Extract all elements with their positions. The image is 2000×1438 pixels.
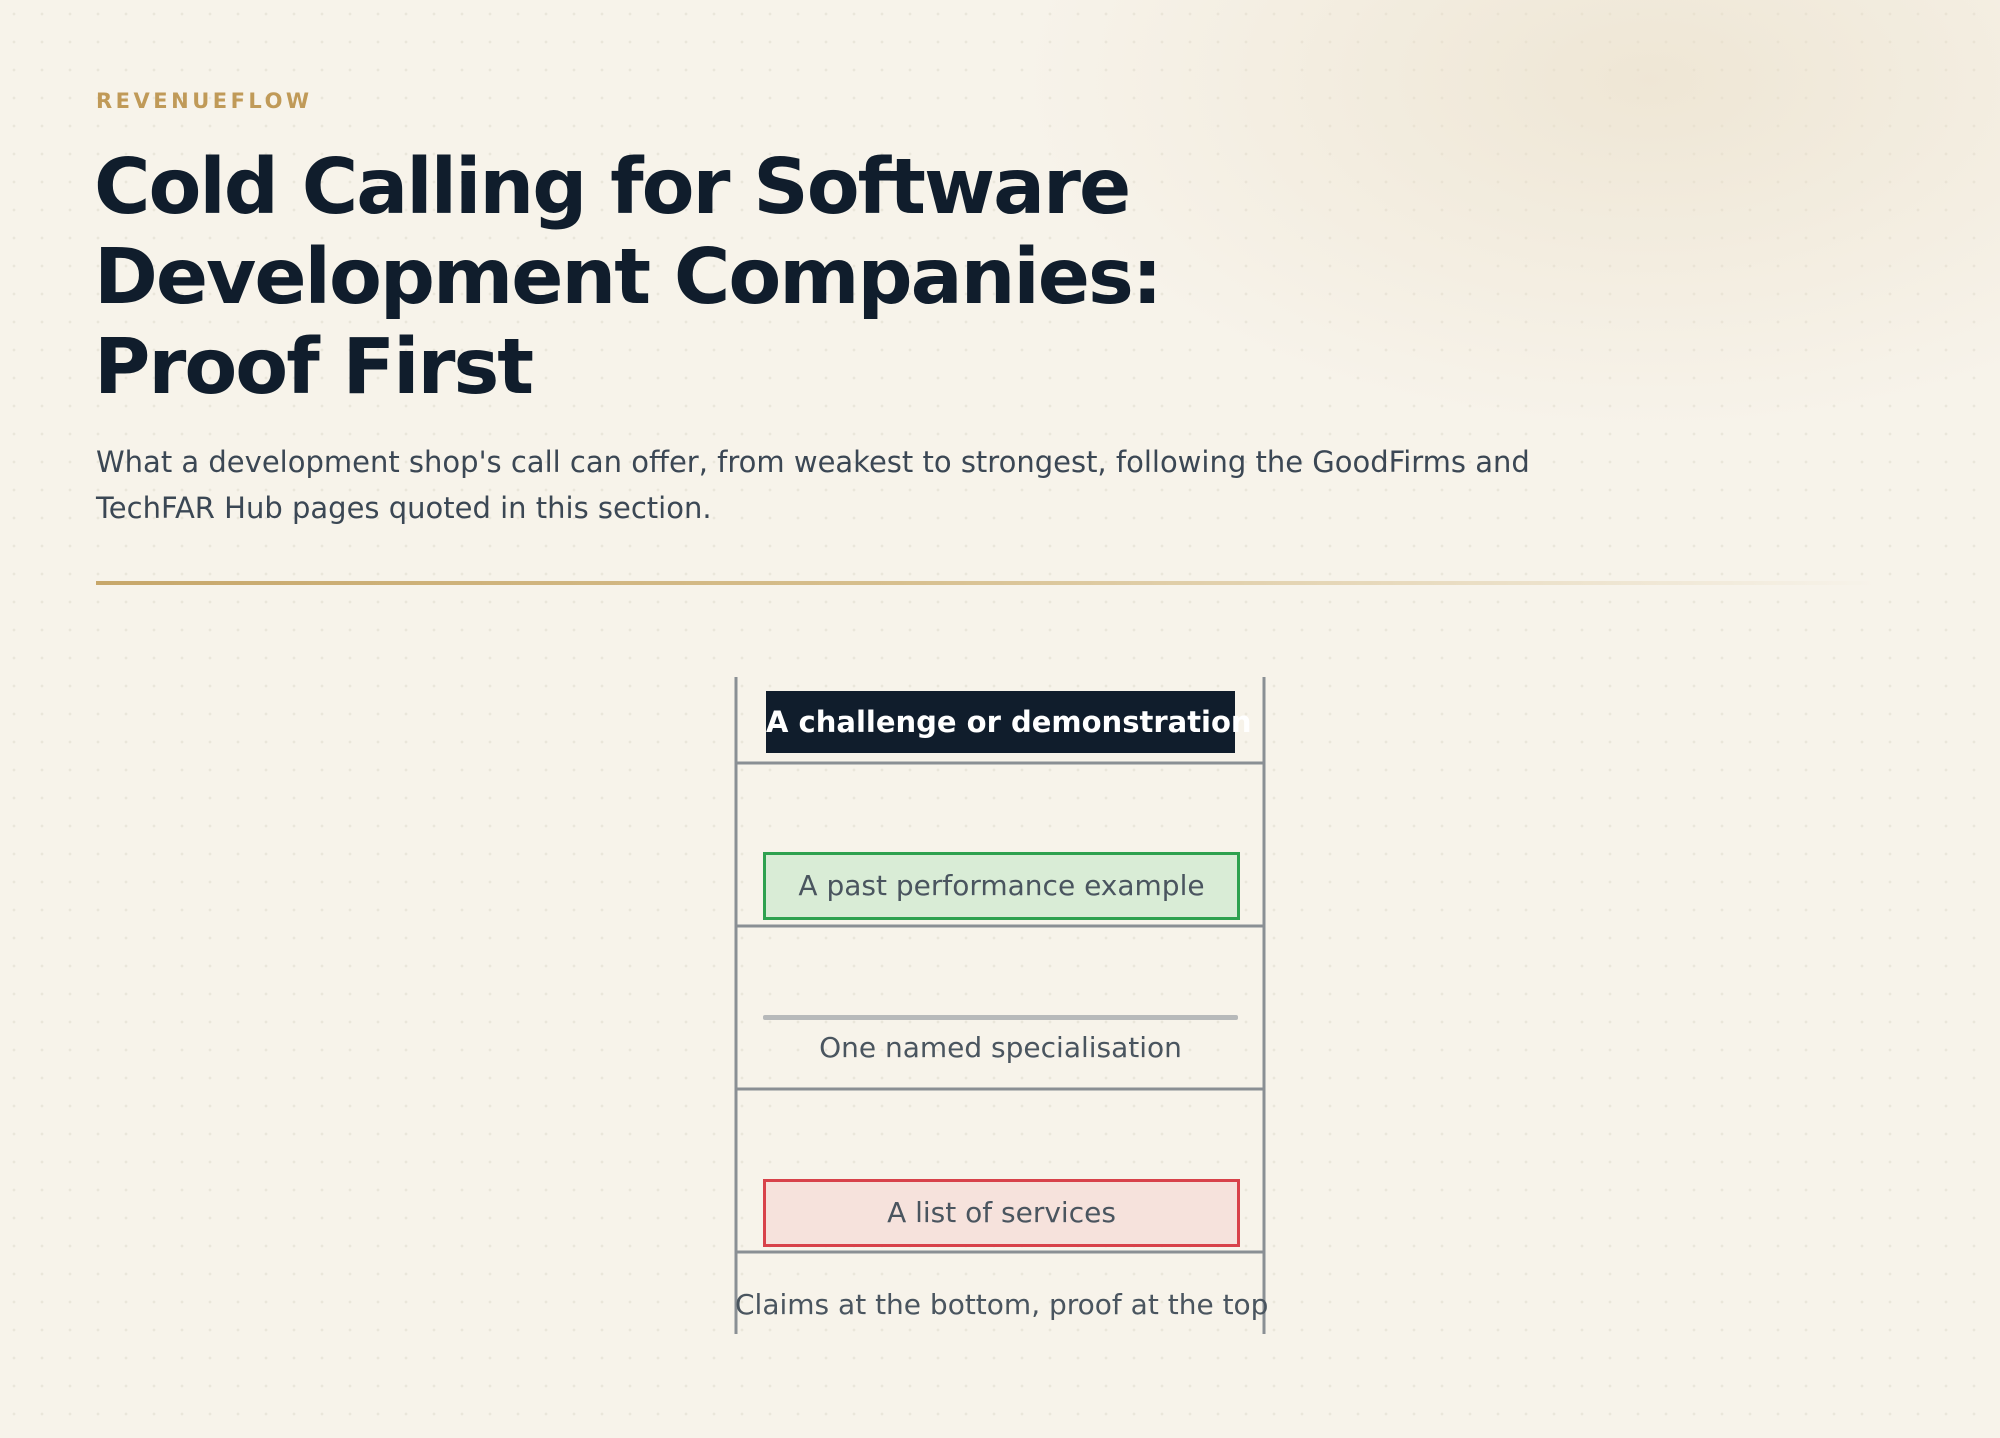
rung-challenge-or-demonstration: A challenge or demonstration bbox=[766, 691, 1252, 753]
proof-ladder-diagram: A challenge or demonstration A past perf… bbox=[0, 0, 2000, 1438]
rung-list-of-services: A list of services bbox=[763, 1179, 1240, 1247]
rung-past-performance-example: A past performance example bbox=[763, 852, 1240, 920]
diagram-caption: Claims at the bottom, proof at the top bbox=[735, 1288, 1269, 1321]
rung-named-specialisation: One named specialisation bbox=[819, 1031, 1182, 1064]
